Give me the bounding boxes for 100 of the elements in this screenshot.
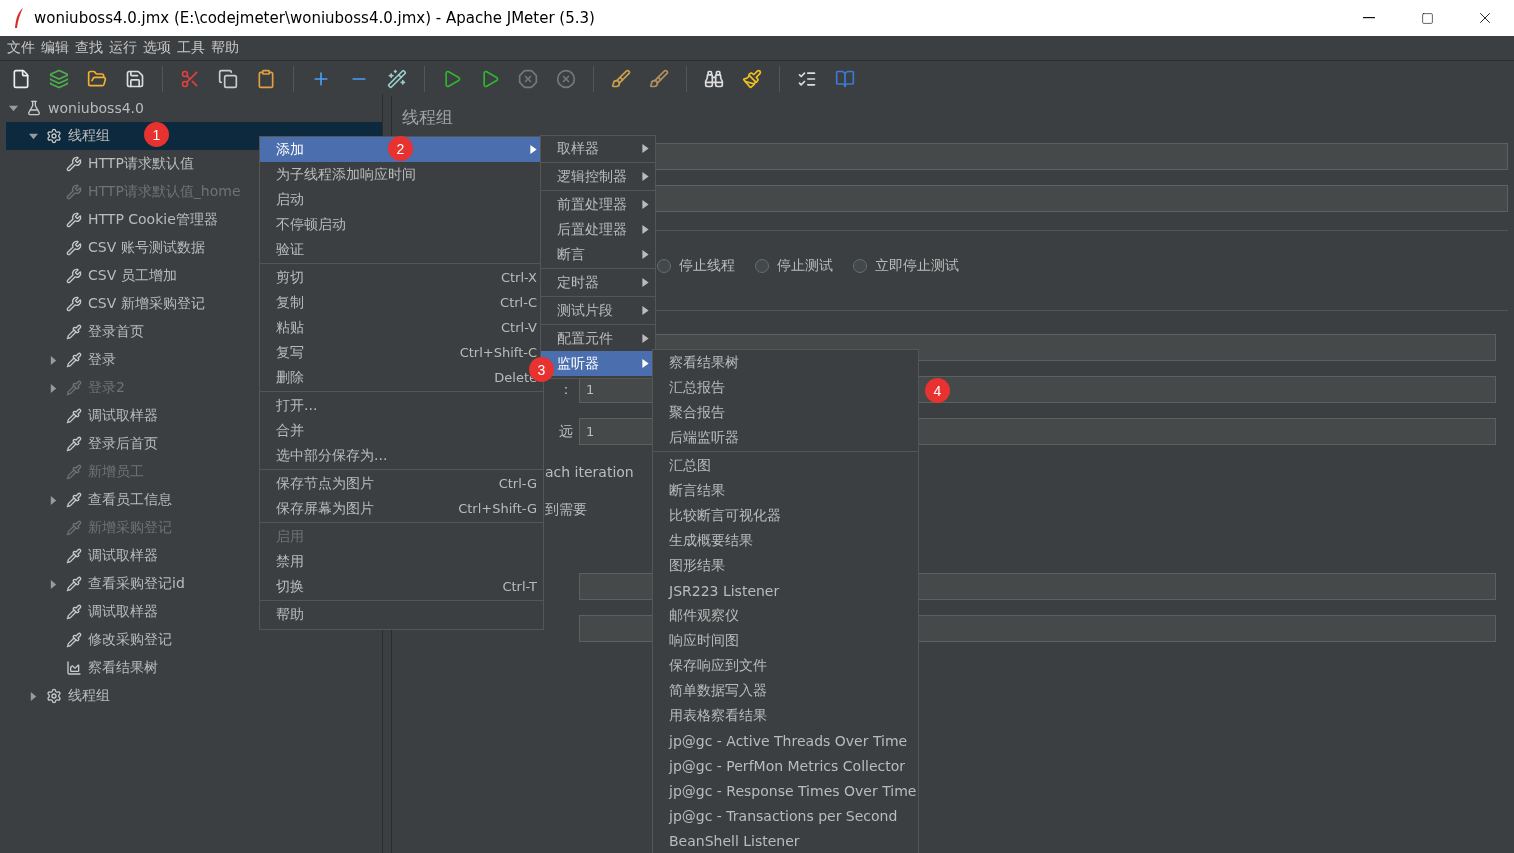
pipette-icon	[66, 408, 82, 424]
tree-item-label: 调试取样器	[88, 603, 158, 621]
menu-item[interactable]: 选中部分保存为...	[260, 443, 543, 468]
expand-arrow-icon[interactable]	[48, 579, 58, 589]
menu-item[interactable]: jp@gc - Transactions per Second	[653, 803, 918, 828]
menu-item[interactable]: 打开...	[260, 393, 543, 418]
menu-item[interactable]: 帮助	[260, 602, 543, 627]
option-label: 到需要	[545, 500, 587, 519]
menu-item[interactable]: 禁用	[260, 549, 543, 574]
menu-item[interactable]: jp@gc - Response Times Over Time	[653, 778, 918, 803]
menu-item[interactable]: 保存屏幕为图片 Ctrl+Shift-G	[260, 496, 543, 521]
pipette-icon	[66, 548, 82, 564]
tree-item-label: woniuboss4.0	[48, 100, 144, 116]
tree-item-label: 登录	[88, 351, 116, 369]
menu-item[interactable]: 邮件观察仪	[653, 603, 918, 628]
menu-item[interactable]: JSR223 Listener	[653, 578, 918, 603]
copy-icon[interactable]	[217, 67, 239, 90]
menu-item[interactable]: 不停顿启动	[260, 212, 543, 237]
wrench-icon	[66, 296, 82, 312]
submenu-arrow-icon	[530, 145, 537, 154]
menu-item[interactable]: 保存响应到文件	[653, 653, 918, 678]
submenu-arrow-icon	[642, 172, 649, 181]
menu-item[interactable]: 前置处理器	[541, 192, 655, 217]
pipette-icon	[66, 352, 82, 368]
radio-button[interactable]	[657, 259, 671, 273]
tree-item-label: 查看采购登记id	[88, 575, 185, 593]
panel-title: 线程组	[402, 106, 453, 128]
stop-icon[interactable]	[517, 67, 539, 90]
expand-arrow-icon[interactable]	[48, 495, 58, 505]
menu-item[interactable]: 响应时间图	[653, 628, 918, 653]
tree-item-label: CSV 账号测试数据	[88, 239, 205, 257]
menu-item[interactable]: 配置元件	[541, 326, 655, 351]
menu-item[interactable]: 合并	[260, 418, 543, 443]
menu-item[interactable]: 后置处理器	[541, 217, 655, 242]
tree-item-label: 查看员工信息	[88, 491, 172, 509]
tree-item-label: 修改采购登记	[88, 631, 172, 649]
chart-icon	[66, 660, 82, 676]
menu-item[interactable]: 生成概要结果	[653, 528, 918, 553]
menu-item[interactable]: 测试片段	[541, 298, 655, 323]
expand-arrow-icon[interactable]	[28, 691, 38, 701]
pipette-icon	[66, 520, 82, 536]
menu-item[interactable]: 验证	[260, 237, 543, 262]
menu-item[interactable]: 复制 Ctrl-C	[260, 290, 543, 315]
menu-bar-item[interactable]: 运行	[106, 39, 140, 57]
tree-item-label: 线程组	[68, 687, 110, 705]
radio-label: 停止测试	[777, 257, 833, 275]
menu-item[interactable]: 比较断言可视化器	[653, 503, 918, 528]
menu-item[interactable]: 用表格察看结果	[653, 703, 918, 728]
field-label: ：	[559, 380, 574, 399]
option-label: ach iteration	[545, 463, 634, 482]
menu-item[interactable]: 剪切 Ctrl-X	[260, 265, 543, 290]
radio-button[interactable]	[755, 259, 769, 273]
menu-bar-item[interactable]: 文件	[4, 39, 38, 57]
wrench-icon	[66, 156, 82, 172]
menu-item[interactable]: 汇总报告	[653, 375, 918, 400]
menu-item[interactable]: 取样器	[541, 136, 655, 161]
menu-item[interactable]: 断言	[541, 242, 655, 267]
menu-bar-item[interactable]: 帮助	[208, 39, 242, 57]
menu-item[interactable]: 定时器	[541, 270, 655, 295]
flask-icon	[26, 100, 42, 116]
tree-row[interactable]: woniuboss4.0	[6, 94, 382, 122]
menu-item[interactable]: BeanShell Listener	[653, 828, 918, 853]
menu-item[interactable]: jp@gc - PerfMon Metrics Collector	[653, 753, 918, 778]
tree-row[interactable]: 修改采购登记	[6, 626, 382, 654]
tree-item-label: 察看结果树	[88, 659, 158, 677]
pipette-icon	[66, 324, 82, 340]
tree-row[interactable]: 线程组	[6, 682, 382, 710]
tree-item-label: 调试取样器	[88, 547, 158, 565]
menu-item[interactable]: 保存节点为图片 Ctrl-G	[260, 471, 543, 496]
menu-item[interactable]: 断言结果	[653, 478, 918, 503]
menu-item[interactable]: jp@gc - Active Threads Over Time	[653, 728, 918, 753]
minimize-icon	[1363, 17, 1375, 19]
menu-item[interactable]: 简单数据写入器	[653, 678, 918, 703]
menu-item[interactable]: 察看结果树	[653, 350, 918, 375]
menu-item[interactable]: 为子线程添加响应时间	[260, 162, 543, 187]
maximize-icon	[1420, 11, 1434, 25]
submenu-arrow-icon	[642, 200, 649, 209]
pipette-icon	[66, 632, 82, 648]
submenu-arrow-icon	[642, 144, 649, 153]
menu-item[interactable]: 复写 Ctrl+Shift-C	[260, 340, 543, 365]
wrench-icon	[66, 240, 82, 256]
expand-arrow-icon[interactable]	[48, 355, 58, 365]
tree-row[interactable]: 察看结果树	[6, 654, 382, 682]
field-label: 远	[559, 422, 574, 441]
menu-item[interactable]: 逻辑控制器	[541, 164, 655, 189]
menu-item[interactable]: 切换 Ctrl-T	[260, 574, 543, 599]
collapse-arrow-icon[interactable]	[28, 131, 38, 141]
menu-bar-item[interactable]: 工具	[174, 39, 208, 57]
radio-button[interactable]	[853, 259, 867, 273]
menu-item[interactable]: 启动	[260, 187, 543, 212]
menu-item[interactable]: 汇总图	[653, 453, 918, 478]
menu-bar-item[interactable]: 编辑	[38, 39, 72, 57]
submenu-arrow-icon	[642, 250, 649, 259]
wrench-icon	[66, 268, 82, 284]
menu-item[interactable]: 图形结果	[653, 553, 918, 578]
menu-bar-item[interactable]: 查找	[72, 39, 106, 57]
collapse-arrow-icon[interactable]	[8, 103, 18, 113]
menu-item[interactable]: 粘贴 Ctrl-V	[260, 315, 543, 340]
menu-bar-item[interactable]: 选项	[140, 39, 174, 57]
tree-item-label: 登录后首页	[88, 435, 158, 453]
